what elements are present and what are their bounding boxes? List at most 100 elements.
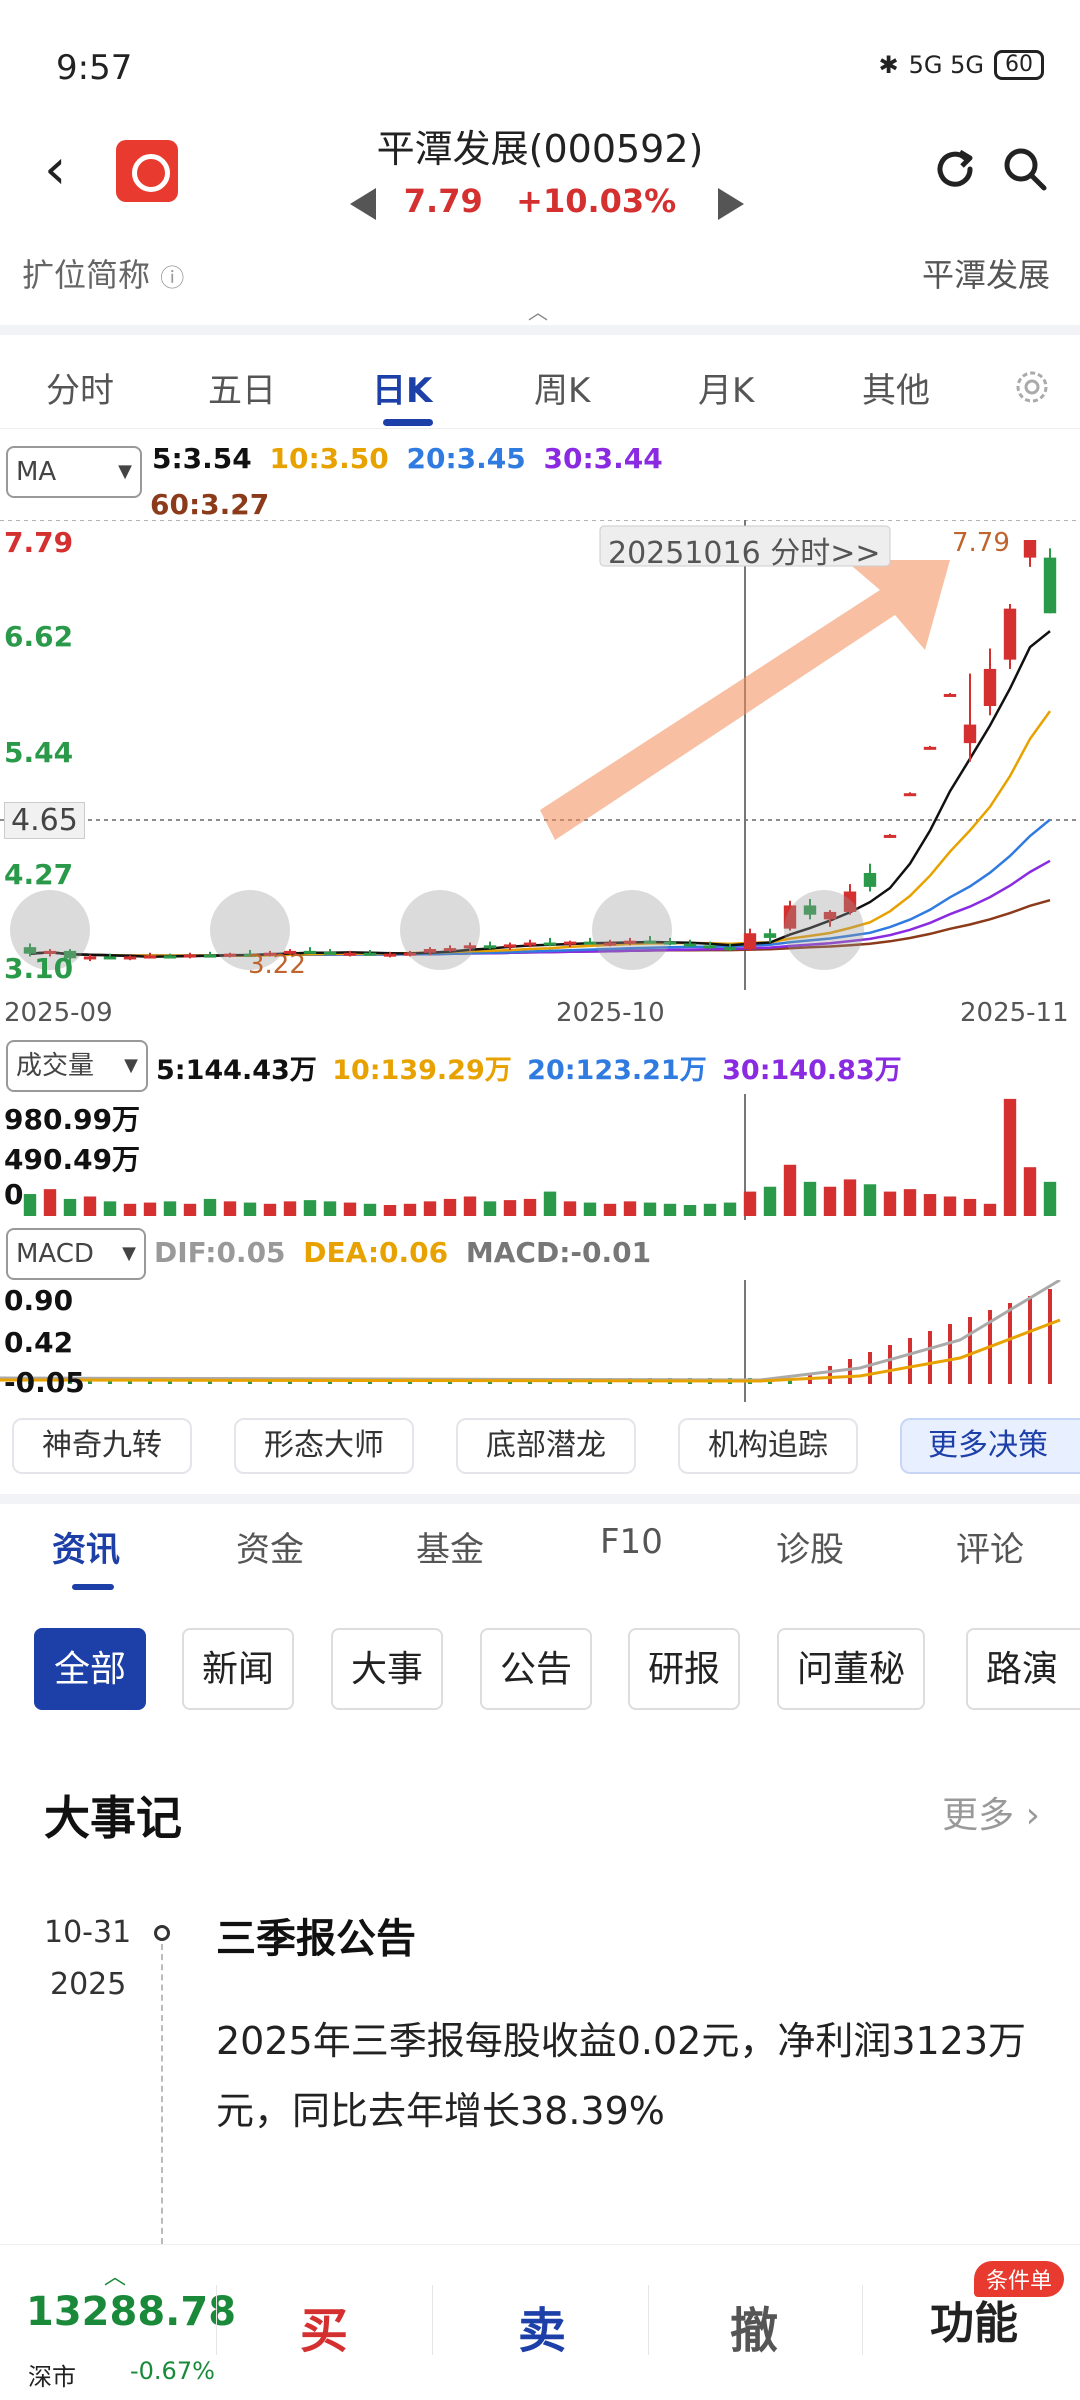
- volume-selector[interactable]: 成交量 ▼: [6, 1040, 148, 1092]
- volume-bar: [183, 1203, 197, 1216]
- tab-funds[interactable]: 资金: [236, 1522, 304, 1571]
- cancel-order-button[interactable]: 撤: [730, 2291, 778, 2361]
- signal-icon: 5G 5G: [908, 51, 984, 79]
- macd-bar: [968, 1317, 972, 1384]
- axis-current-price: 4.65: [4, 802, 85, 839]
- volume-bar: [203, 1198, 217, 1216]
- volume-bar: [763, 1186, 777, 1216]
- axis-662: 6.62: [4, 620, 74, 653]
- volume-chart[interactable]: [0, 1094, 1080, 1220]
- tab-comments[interactable]: 评论: [956, 1522, 1024, 1571]
- date-label-nov: 2025-11: [960, 998, 1069, 1028]
- vol-ma30: 30:140.83万: [722, 1055, 902, 1086]
- candle: [523, 942, 537, 946]
- tab-fund[interactable]: 基金: [416, 1522, 484, 1571]
- tab-diagnose[interactable]: 诊股: [776, 1522, 844, 1571]
- tab-f10[interactable]: F10: [600, 1522, 663, 1562]
- macd-bar: [908, 1338, 912, 1384]
- pill-more-decisions[interactable]: 更多决策: [900, 1418, 1080, 1474]
- candlestick-chart[interactable]: [0, 520, 1080, 990]
- volume-bar: [883, 1191, 897, 1216]
- volume-bar: [583, 1202, 597, 1216]
- tab-news-info[interactable]: 资讯: [52, 1522, 120, 1571]
- candle: [983, 668, 997, 707]
- volume-bar: [423, 1201, 437, 1216]
- event-description[interactable]: 2025年三季报每股收益0.02元，净利润3123万元，同比去年增长38.39%: [216, 2006, 1036, 2146]
- macd-bar: [1028, 1296, 1032, 1384]
- vol-ma5: 5:144.43万: [156, 1055, 317, 1086]
- axis-low: 3.10: [4, 952, 74, 985]
- ma-selector[interactable]: MA ▼: [6, 446, 142, 498]
- pill-magic-nine[interactable]: 神奇九转: [12, 1418, 192, 1474]
- conditional-order-badge[interactable]: 条件单: [974, 2261, 1065, 2297]
- crosshair-label[interactable]: 20251016 分时>>: [608, 528, 881, 572]
- chart-period-tabs: 分时 五日 日K 周K 月K 其他: [0, 325, 1080, 429]
- volume-bar: [743, 1191, 757, 1216]
- collapse-caret-icon[interactable]: ︿: [528, 296, 548, 325]
- macd-bar: [928, 1331, 932, 1384]
- volume-bar: [783, 1164, 797, 1216]
- price-row: 7.79 +10.03%: [0, 182, 1080, 220]
- pill-bottom-dragon[interactable]: 底部潜龙: [456, 1418, 636, 1474]
- volume-bar: [243, 1202, 257, 1216]
- more-link[interactable]: 更多 ›: [942, 1786, 1040, 1838]
- status-icons: ✱ 5G 5G 60: [879, 50, 1044, 80]
- macd-bar: [828, 1366, 832, 1384]
- volume-bar: [1043, 1181, 1057, 1216]
- candle: [1003, 608, 1017, 660]
- refresh-icon[interactable]: [930, 144, 980, 194]
- date-label-oct: 2025-10: [556, 998, 665, 1028]
- separator: [862, 2285, 863, 2355]
- volume-bar: [723, 1202, 737, 1216]
- macd-selector[interactable]: MACD ▼: [6, 1228, 146, 1280]
- event-title[interactable]: 三季报公告: [216, 1906, 416, 1964]
- pill-institution-track[interactable]: 机构追踪: [678, 1418, 858, 1474]
- separator: [216, 2285, 217, 2355]
- tab-daily-k[interactable]: 日K: [372, 363, 432, 412]
- pill-pattern-master[interactable]: 形态大师: [234, 1418, 414, 1474]
- candle: [503, 944, 517, 948]
- tab-intraday[interactable]: 分时: [46, 363, 114, 412]
- tab-weekly-k[interactable]: 周K: [534, 363, 590, 412]
- chip-news[interactable]: 新闻: [182, 1628, 295, 1710]
- chip-all[interactable]: 全部: [34, 1628, 147, 1710]
- macd-value: MACD:-0.01: [465, 1236, 652, 1269]
- chip-roadshow[interactable]: 路演: [966, 1628, 1080, 1710]
- candle: [163, 955, 177, 959]
- macd-dea: DEA:0.06: [303, 1236, 449, 1269]
- candle: [383, 953, 397, 957]
- info-icon[interactable]: ⓘ: [160, 264, 184, 292]
- bottom-trade-bar: ︿ 13288.78 深市 -0.67% 买 卖 撤 功能 条件单: [0, 2244, 1080, 2400]
- timeline-line: [161, 1944, 163, 2244]
- timeline-dot: [154, 1925, 170, 1941]
- sell-button[interactable]: 卖: [518, 2291, 566, 2361]
- tab-monthly-k[interactable]: 月K: [698, 363, 754, 412]
- volume-bar: [303, 1200, 317, 1216]
- divider: [0, 1494, 1080, 1504]
- tab-other[interactable]: 其他: [862, 363, 930, 412]
- chip-announcements[interactable]: 公告: [480, 1628, 593, 1710]
- index-value[interactable]: 13288.78: [26, 2289, 236, 2335]
- separator: [432, 2285, 433, 2355]
- separator: [648, 2285, 649, 2355]
- status-time: 9:57: [56, 48, 133, 88]
- stock-name: 平潭发展(000592): [376, 127, 704, 171]
- search-icon[interactable]: [1000, 144, 1050, 194]
- ma30-value: 30:3.44: [543, 442, 663, 475]
- volume-bar: [123, 1203, 137, 1216]
- buy-button[interactable]: 买: [300, 2291, 348, 2361]
- volume-bar: [503, 1200, 517, 1216]
- index-expand-icon[interactable]: ︿: [104, 2259, 126, 2291]
- ma10-value: 10:3.50: [269, 442, 389, 475]
- candle: [743, 933, 757, 950]
- chip-ask-secretary[interactable]: 问董秘: [777, 1628, 926, 1710]
- volume-bar: [923, 1194, 937, 1216]
- chip-events[interactable]: 大事: [331, 1628, 444, 1710]
- volume-bar: [283, 1201, 297, 1216]
- chip-research[interactable]: 研报: [628, 1628, 741, 1710]
- candle: [123, 956, 137, 960]
- next-stock-icon[interactable]: [718, 188, 744, 220]
- macd-chart[interactable]: [0, 1280, 1080, 1402]
- tab-five-day[interactable]: 五日: [208, 363, 276, 412]
- gear-icon[interactable]: [1010, 365, 1054, 409]
